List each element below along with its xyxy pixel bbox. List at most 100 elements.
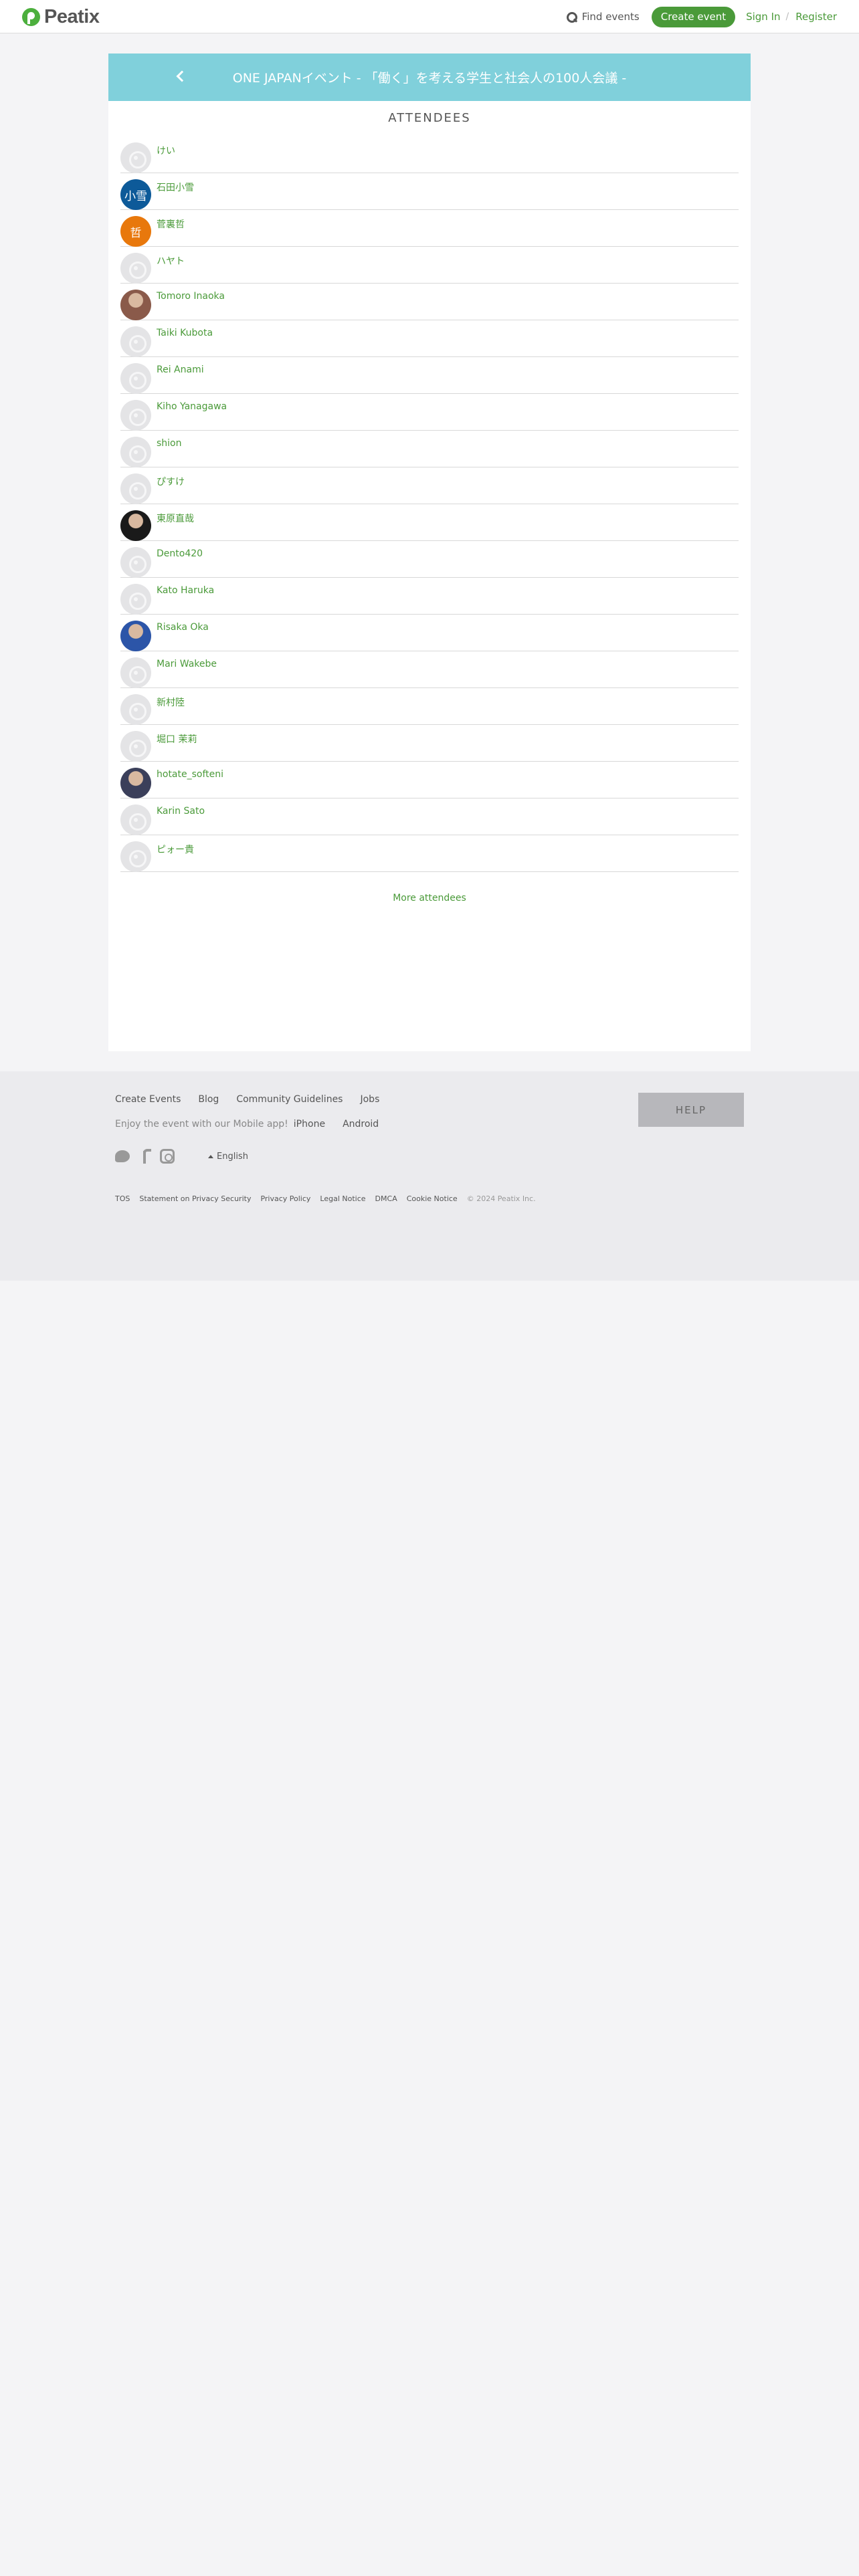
attendee-avatar[interactable] [120,768,151,798]
find-events-link[interactable]: Find events [566,11,640,23]
attendee-row[interactable]: 堀口 茉莉 [120,725,739,762]
attendee-row[interactable]: Kato Haruka [120,578,739,615]
sign-in-link[interactable]: Sign In [746,11,780,23]
attendee-name[interactable]: hotate_softeni [157,769,223,780]
legal-link[interactable]: Statement on Privacy Security [139,1194,251,1203]
attendee-avatar[interactable] [120,694,151,725]
footer-link[interactable]: Create Events [115,1094,181,1105]
attendee-name[interactable]: ハヤト [157,254,185,267]
attendee-name[interactable]: 新村陸 [157,695,185,709]
attendee-avatar[interactable] [120,363,151,394]
back-chevron-icon[interactable] [175,70,185,83]
attendee-row[interactable]: Taiki Kubota [120,320,739,357]
facebook-icon[interactable] [140,1149,151,1164]
legal-link[interactable]: TOS [115,1194,130,1203]
attendee-avatar[interactable] [120,326,151,357]
attendees-card: ONE JAPANイベント - 「働く」を考える学生と社会人の100人会議 - … [108,53,751,1051]
attendee-name[interactable]: 石田小雪 [157,181,194,194]
attendee-avatar[interactable] [120,657,151,688]
attendee-row[interactable]: Karin Sato [120,798,739,835]
attendee-name[interactable]: けい [157,144,175,157]
nav-separator: / [785,11,789,22]
more-attendees-link[interactable]: More attendees [108,893,751,903]
legal-link[interactable]: DMCA [375,1194,397,1203]
attendee-name[interactable]: Taiki Kubota [157,328,213,338]
attendee-avatar[interactable] [120,731,151,762]
attendee-row[interactable]: Kiho Yanagawa [120,394,739,431]
top-navbar: Peatix Find events Create event Sign In … [0,0,859,33]
attendee-row[interactable]: 哲 菅裏哲 [120,210,739,247]
attendee-name[interactable]: 菅裏哲 [157,217,185,231]
attendee-row[interactable]: 東原直哉 [120,504,739,541]
attendee-row[interactable]: Dento420 [120,541,739,578]
social-links: English [115,1149,248,1164]
attendee-avatar[interactable] [120,142,151,173]
attendee-name[interactable]: Risaka Oka [157,622,209,633]
attendee-name[interactable]: Dento420 [157,548,203,559]
attendee-avatar[interactable] [120,547,151,578]
attendee-list: けい小雪 石田小雪哲 菅裏哲ハヤト Tomoro Inaoka Taiki Kubota… [120,136,739,872]
attendee-avatar[interactable] [120,510,151,541]
footer-link[interactable]: Community Guidelines [236,1094,343,1105]
attendee-avatar[interactable] [120,584,151,615]
attendee-row[interactable]: ぴすけ [120,467,739,504]
android-app-link[interactable]: Android [343,1119,379,1130]
attendee-avatar[interactable] [120,473,151,504]
help-button[interactable]: HELP [638,1093,744,1127]
footer-link[interactable]: Jobs [360,1094,379,1105]
event-header: ONE JAPANイベント - 「働く」を考える学生と社会人の100人会議 - [108,53,751,101]
footer-link[interactable]: Blog [198,1094,219,1105]
twitter-icon[interactable] [115,1150,130,1162]
attendee-avatar[interactable]: 哲 [120,216,151,247]
legal-links: TOS Statement on Privacy Security Privacy … [115,1194,536,1203]
attendee-avatar[interactable] [120,804,151,835]
attendee-name[interactable]: ピォー貴 [157,843,194,856]
attendee-row[interactable]: けい [120,136,739,173]
attendee-name[interactable]: 堀口 茉莉 [157,732,197,746]
event-title[interactable]: ONE JAPANイベント - 「働く」を考える学生と社会人の100人会議 - [233,68,626,86]
attendee-row[interactable]: Rei Anami [120,357,739,394]
app-promo-text: Enjoy the event with our Mobile app! [115,1119,288,1130]
copyright-text: © 2024 Peatix Inc. [466,1194,536,1203]
attendee-row[interactable]: Mari Wakebe [120,651,739,688]
legal-link[interactable]: Cookie Notice [407,1194,458,1203]
attendee-avatar[interactable] [120,437,151,467]
instagram-icon[interactable] [160,1149,175,1164]
attendee-row[interactable]: shion [120,431,739,467]
attendee-name[interactable]: Rei Anami [157,364,204,375]
attendee-avatar[interactable] [120,621,151,651]
attendee-avatar[interactable] [120,841,151,872]
language-selector[interactable]: English [208,1152,248,1162]
attendee-name[interactable]: 東原直哉 [157,512,194,525]
peatix-logo[interactable]: Peatix [22,6,100,27]
find-events-label: Find events [581,11,640,23]
legal-link[interactable]: Legal Notice [320,1194,365,1203]
attendee-row[interactable]: Risaka Oka [120,615,739,651]
attendee-avatar[interactable] [120,290,151,320]
footer-links: Create Events Blog Community Guidelines Job… [115,1094,379,1105]
legal-link[interactable]: Privacy Policy [260,1194,310,1203]
register-link[interactable]: Register [795,11,837,23]
avatar-initials: 哲 [130,226,142,240]
attendee-name[interactable]: Karin Sato [157,806,205,817]
attendee-row[interactable]: hotate_softeni [120,762,739,798]
header-nav: Find events Create event Sign In / Regis… [566,6,837,27]
create-event-button[interactable]: Create event [651,6,736,27]
attendee-name[interactable]: shion [157,438,182,449]
attendee-avatar[interactable] [120,253,151,284]
attendee-name[interactable]: Kiho Yanagawa [157,401,227,412]
attendee-row[interactable]: 新村陸 [120,688,739,725]
iphone-app-link[interactable]: iPhone [294,1119,325,1130]
attendee-avatar[interactable]: 小雪 [120,179,151,210]
attendee-row[interactable]: 小雪 石田小雪 [120,173,739,210]
attendee-row[interactable]: ピォー貴 [120,835,739,872]
attendee-avatar[interactable] [120,400,151,431]
mobile-app-promo: Enjoy the event with our Mobile app! iPh… [115,1119,379,1130]
attendee-name[interactable]: Mari Wakebe [157,659,217,669]
avatar-initials: 小雪 [124,189,147,203]
attendee-name[interactable]: ぴすけ [157,475,185,488]
attendee-name[interactable]: Tomoro Inaoka [157,291,225,302]
attendee-row[interactable]: Tomoro Inaoka [120,284,739,320]
attendee-name[interactable]: Kato Haruka [157,585,214,596]
attendee-row[interactable]: ハヤト [120,247,739,284]
